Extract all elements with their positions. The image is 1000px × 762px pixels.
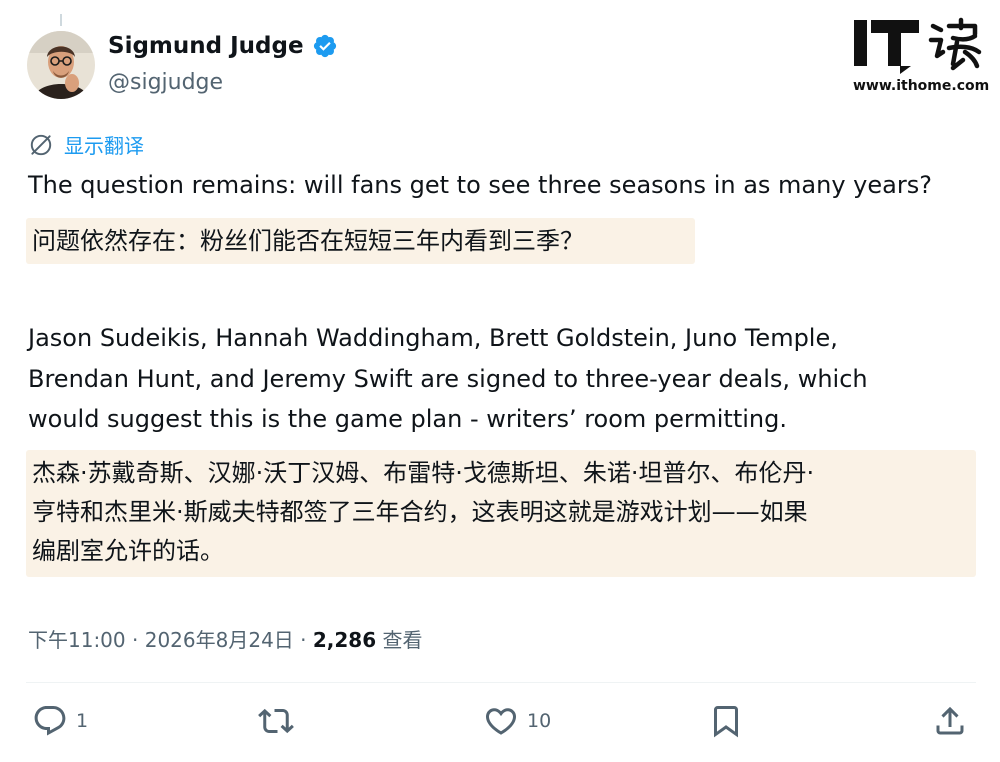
author-handle[interactable]: @sigjudge xyxy=(108,70,223,95)
post-time[interactable]: 下午11:00 xyxy=(28,628,126,652)
translation-line: 问题依然存在：粉丝们能否在短短三年内看到三季？ xyxy=(32,227,584,255)
bookmark-button[interactable] xyxy=(708,703,744,739)
like-button[interactable]: 10 xyxy=(483,703,551,739)
show-translation-label[interactable]: 显示翻译 xyxy=(64,130,144,159)
verified-badge-icon xyxy=(313,34,336,58)
repost-icon xyxy=(258,708,294,734)
translation-block: 杰森·苏戴奇斯、汉娜·沃丁汉姆、布雷特·戈德斯坦、朱诺·坦普尔、布伦丹· 亨特和… xyxy=(26,450,976,577)
author-name-row[interactable]: Sigmund Judge xyxy=(108,33,338,59)
like-count: 10 xyxy=(527,710,552,732)
reply-button[interactable]: 1 xyxy=(32,703,88,739)
post-text-line: Jason Sudeikis, Hannah Waddingham, Brett… xyxy=(28,324,838,352)
ithome-logo xyxy=(854,17,982,74)
meta-separator: · xyxy=(125,628,145,652)
views-count: 2,286 xyxy=(312,628,377,652)
translation-line: 亨特和杰里米·斯威夫特都签了三年合约，这表明这就是游戏计划——如果 xyxy=(32,498,808,526)
post-date[interactable]: 2026年8月24日 xyxy=(145,628,294,652)
watermark-url: www.ithome.com xyxy=(853,78,990,94)
meta-separator: · xyxy=(293,628,313,652)
ithome-watermark: www.ithome.com xyxy=(853,16,990,100)
views-label: 查看 xyxy=(382,628,423,652)
actions-divider xyxy=(26,682,976,683)
heart-icon xyxy=(485,708,517,735)
repost-button[interactable] xyxy=(258,703,294,739)
reply-count: 1 xyxy=(76,710,89,732)
show-translation-button[interactable]: 显示翻译 xyxy=(28,130,144,159)
translate-icon xyxy=(30,134,52,155)
post-text-line: The question remains: will fans get to s… xyxy=(28,171,932,199)
share-icon xyxy=(936,706,964,735)
translation-block: 问题依然存在：粉丝们能否在短短三年内看到三季？ xyxy=(26,218,695,264)
translation-line: 杰森·苏戴奇斯、汉娜·沃丁汉姆、布雷特·戈德斯坦、朱诺·坦普尔、布伦丹· xyxy=(32,459,815,487)
post-text-line: would suggest this is the game plan - wr… xyxy=(28,405,787,433)
reply-icon xyxy=(34,706,66,736)
post-text-line: Brendan Hunt, and Jeremy Swift are signe… xyxy=(28,365,868,393)
avatar[interactable] xyxy=(27,31,95,99)
share-button[interactable] xyxy=(932,703,968,739)
translation-line: 编剧室允许的话。 xyxy=(32,537,224,565)
avatar-image xyxy=(27,31,95,99)
top-divider-tick xyxy=(60,14,62,26)
author-display-name[interactable]: Sigmund Judge xyxy=(108,33,304,59)
post-meta: 下午11:00 · 2026年8月24日 · 2,286 查看 xyxy=(28,624,423,653)
bookmark-icon xyxy=(714,706,738,738)
